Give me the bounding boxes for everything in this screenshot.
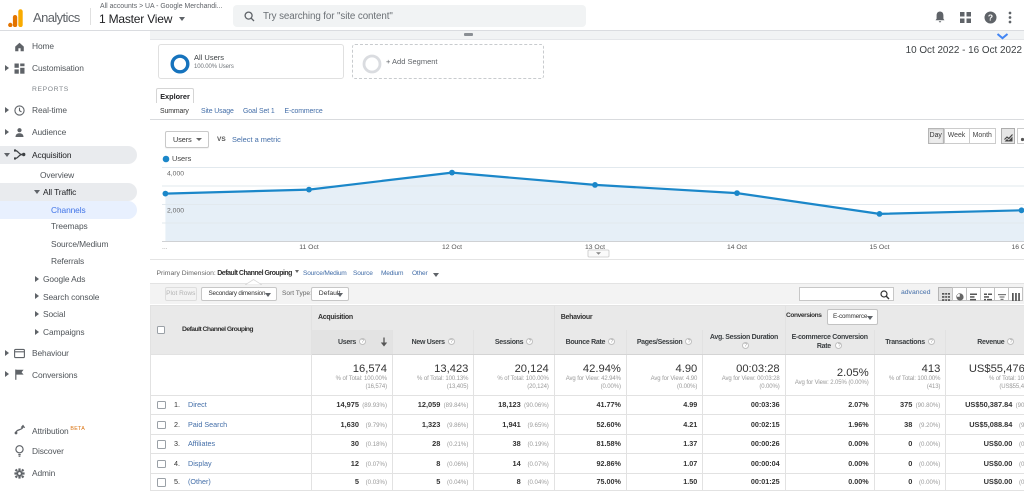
svg-text:4,000: 4,000 <box>167 171 184 178</box>
svg-text:16 Oct: 16 Oct <box>1011 244 1024 251</box>
svg-text:14 Oct: 14 Oct <box>727 244 747 251</box>
svg-text:...: ... <box>162 244 168 251</box>
svg-text:12 Oct: 12 Oct <box>442 244 462 251</box>
svg-text:?: ? <box>988 13 993 23</box>
svg-text:11 Oct: 11 Oct <box>299 244 319 251</box>
svg-text:2,000: 2,000 <box>167 208 184 215</box>
svg-text:15 Oct: 15 Oct <box>869 244 889 251</box>
